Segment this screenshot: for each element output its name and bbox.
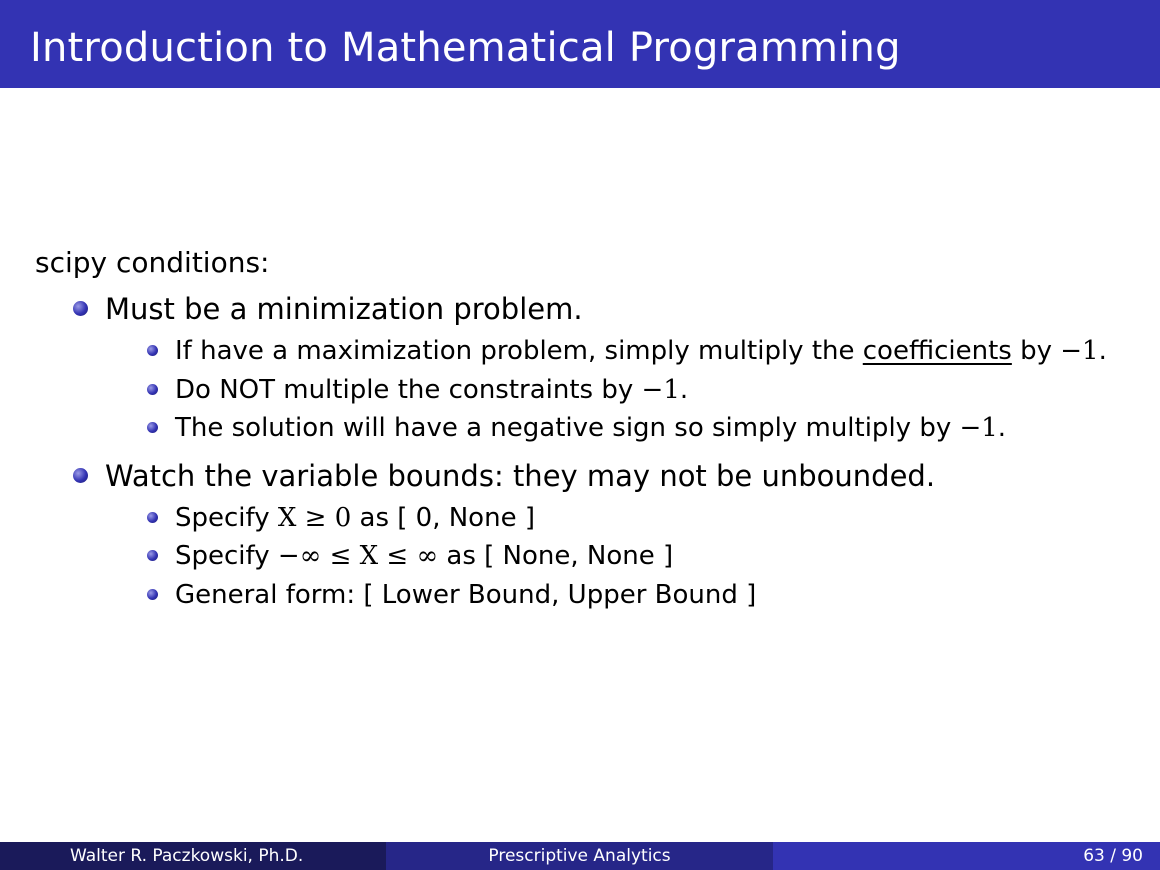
subbullet-text: . (1098, 336, 1107, 366)
subbullet-text: . (679, 374, 689, 405)
footer-course: Prescriptive Analytics (488, 846, 671, 866)
bullet-variable-bounds: Watch the variable bounds: they may not … (35, 453, 1145, 499)
slide-header: Introduction to Mathematical Programming (0, 0, 1160, 88)
subbullet-ball-icon (147, 511, 158, 523)
footer-page-number: 63 / 90 (1083, 846, 1143, 866)
subbullet-ball-icon (147, 550, 158, 561)
subbullet-text: Do NOT multiple the constraints by (175, 374, 642, 405)
math-expression: −∞ ≤ X ≤ ∞ (277, 541, 439, 571)
subbullet-ball-icon (147, 422, 158, 433)
subbullet-text: as [ 0, None ] (351, 502, 535, 533)
subbullet-constraints: Do NOT multiple the constraints by −1. (35, 371, 1145, 410)
subbullet-text: The solution will have a negative sign s… (175, 413, 960, 443)
subbullet-ball-icon (147, 345, 158, 356)
subbullet-text: by (1011, 336, 1061, 366)
slide-title: Introduction to Mathematical Programming (30, 25, 901, 71)
subbullet-text: Specify (175, 541, 278, 571)
footer-course-section: Prescriptive Analytics (386, 842, 773, 870)
footer-author: Walter R. Paczkowski, Ph.D. (70, 846, 304, 866)
math-expression: −1 (641, 374, 680, 405)
math-expression: −1 (1060, 336, 1099, 366)
intro-text: scipy conditions: (35, 246, 270, 279)
bullet-text: Watch the variable bounds: they may not … (105, 458, 936, 493)
subbullet-general-form: General form: [ Lower Bound, Upper Bound… (35, 576, 1145, 615)
subbullet-unbounded: Specify −∞ ≤ X ≤ ∞ as [ None, None ] (35, 537, 1145, 576)
subbullet-text: If have a maximization problem, simply m… (175, 336, 863, 366)
bullet-ball-icon (73, 301, 88, 316)
subbullet-text: Specify (175, 502, 278, 533)
subbullet-nonnegative: Specify X ≥ 0 as [ 0, None ] (35, 499, 1145, 538)
math-expression: X ≥ 0 (277, 502, 352, 533)
bullet-text: Must be a minimization problem. (105, 292, 583, 326)
subbullet-solution-sign: The solution will have a negative sign s… (35, 409, 1145, 448)
subbullet-ball-icon (147, 588, 158, 600)
bullet-ball-icon (73, 467, 88, 483)
footer-author-section: Walter R. Paczkowski, Ph.D. (0, 842, 386, 870)
subbullet-text: . (997, 413, 1007, 443)
footer-page-section: 63 / 90 (773, 842, 1160, 870)
math-expression: −1 (959, 413, 998, 443)
slide-content: scipy conditions: Must be a minimization… (35, 240, 1145, 614)
bullet-minimization: Must be a minimization problem. (35, 286, 1145, 332)
subbullet-ball-icon (147, 383, 158, 395)
subbullet-text: General form: [ Lower Bound, Upper Bound… (175, 579, 757, 610)
subbullet-text: as [ None, None ] (438, 541, 674, 571)
slide-footer: Walter R. Paczkowski, Ph.D. Prescriptive… (0, 842, 1160, 870)
subbullet-maximization: If have a maximization problem, simply m… (35, 332, 1145, 371)
emphasized-word: coefficients (862, 336, 1012, 366)
